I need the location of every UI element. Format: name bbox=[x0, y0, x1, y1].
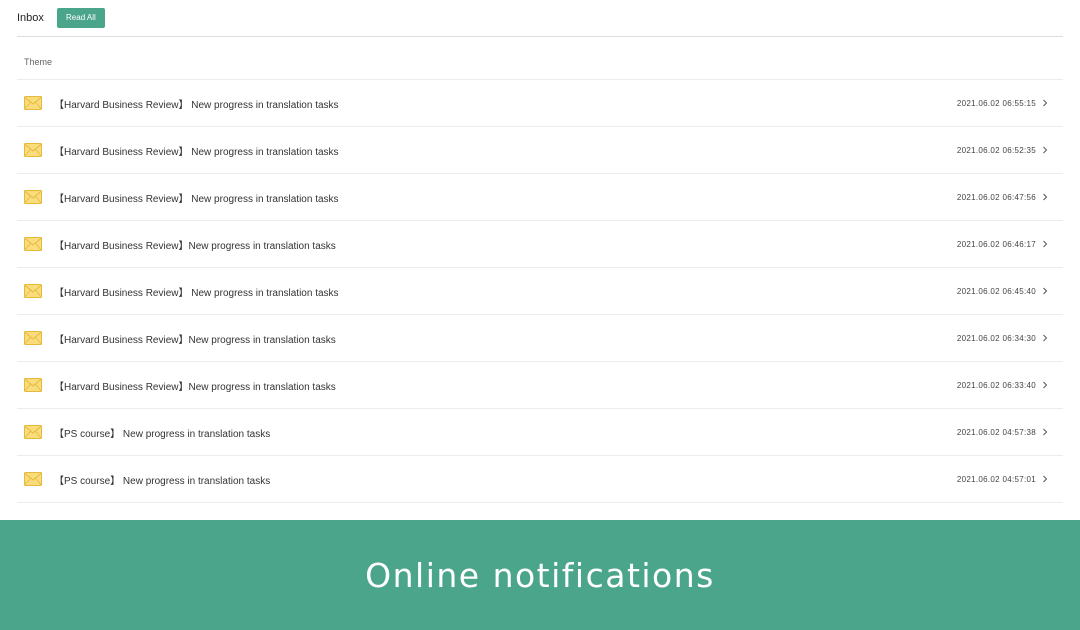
envelope-icon bbox=[24, 425, 42, 439]
envelope-icon bbox=[24, 284, 42, 298]
message-time: 2021.06.02 06:55:15 bbox=[956, 98, 1036, 108]
message-row[interactable]: 【PS course】 New progress in translation … bbox=[17, 456, 1063, 503]
chevron-right-icon bbox=[1043, 428, 1048, 436]
envelope-icon bbox=[24, 237, 42, 251]
message-row[interactable]: 【Harvard Business Review】 New progress i… bbox=[17, 127, 1063, 174]
list-header: Theme bbox=[17, 44, 1063, 80]
chevron-right-icon bbox=[1043, 193, 1048, 201]
message-subject: 【Harvard Business Review】New progress in… bbox=[54, 240, 336, 252]
envelope-icon bbox=[24, 190, 42, 204]
message-subject: 【Harvard Business Review】 New progress i… bbox=[54, 287, 339, 299]
message-time: 2021.06.02 04:57:38 bbox=[956, 427, 1036, 437]
page: Inbox Read All Theme 【Harvard Business R… bbox=[0, 0, 1080, 630]
message-time: 2021.06.02 06:46:17 bbox=[956, 239, 1036, 249]
message-row[interactable]: 【Harvard Business Review】New progress in… bbox=[17, 315, 1063, 362]
read-all-button[interactable]: Read All bbox=[56, 8, 105, 28]
message-row[interactable]: 【Harvard Business Review】 New progress i… bbox=[17, 268, 1063, 315]
chevron-right-icon bbox=[1043, 99, 1048, 107]
inbox-header: Inbox Read All bbox=[17, 0, 1063, 37]
message-time: 2021.06.02 06:45:40 bbox=[956, 286, 1036, 296]
chevron-right-icon bbox=[1043, 240, 1048, 248]
message-time: 2021.06.02 06:52:35 bbox=[956, 145, 1036, 155]
message-row[interactable]: 【Harvard Business Review】New progress in… bbox=[17, 221, 1063, 268]
message-row[interactable]: 【PS course】 New progress in translation … bbox=[17, 409, 1063, 456]
message-row[interactable]: 【Harvard Business Review】 New progress i… bbox=[17, 174, 1063, 221]
envelope-icon bbox=[24, 331, 42, 345]
message-time: 2021.06.02 06:34:30 bbox=[956, 333, 1036, 343]
envelope-icon bbox=[24, 378, 42, 392]
chevron-right-icon bbox=[1043, 475, 1048, 483]
message-time: 2021.06.02 06:33:40 bbox=[956, 380, 1036, 390]
theme-column-label: Theme bbox=[24, 56, 53, 67]
message-subject: 【Harvard Business Review】 New progress i… bbox=[54, 99, 339, 111]
envelope-icon bbox=[24, 143, 42, 157]
message-subject: 【PS course】 New progress in translation … bbox=[54, 428, 271, 440]
message-subject: 【Harvard Business Review】New progress in… bbox=[54, 334, 336, 346]
envelope-icon bbox=[24, 472, 42, 486]
message-row[interactable]: 【Harvard Business Review】New progress in… bbox=[17, 362, 1063, 409]
message-subject: 【PS course】 New progress in translation … bbox=[54, 475, 271, 487]
message-time: 2021.06.02 04:57:01 bbox=[956, 474, 1036, 484]
inbox-title: Inbox bbox=[17, 12, 44, 24]
caption-banner: Online notifications bbox=[0, 520, 1080, 630]
message-subject: 【Harvard Business Review】 New progress i… bbox=[54, 146, 339, 158]
chevron-right-icon bbox=[1043, 146, 1048, 154]
message-list: Theme 【Harvard Business Review】 New prog… bbox=[17, 44, 1063, 503]
message-time: 2021.06.02 06:47:56 bbox=[956, 192, 1036, 202]
message-subject: 【Harvard Business Review】New progress in… bbox=[54, 381, 336, 393]
chevron-right-icon bbox=[1043, 287, 1048, 295]
message-row[interactable]: 【Harvard Business Review】 New progress i… bbox=[17, 80, 1063, 127]
banner-text: Online notifications bbox=[365, 555, 715, 595]
chevron-right-icon bbox=[1043, 334, 1048, 342]
envelope-icon bbox=[24, 96, 42, 110]
message-subject: 【Harvard Business Review】 New progress i… bbox=[54, 193, 339, 205]
chevron-right-icon bbox=[1043, 381, 1048, 389]
